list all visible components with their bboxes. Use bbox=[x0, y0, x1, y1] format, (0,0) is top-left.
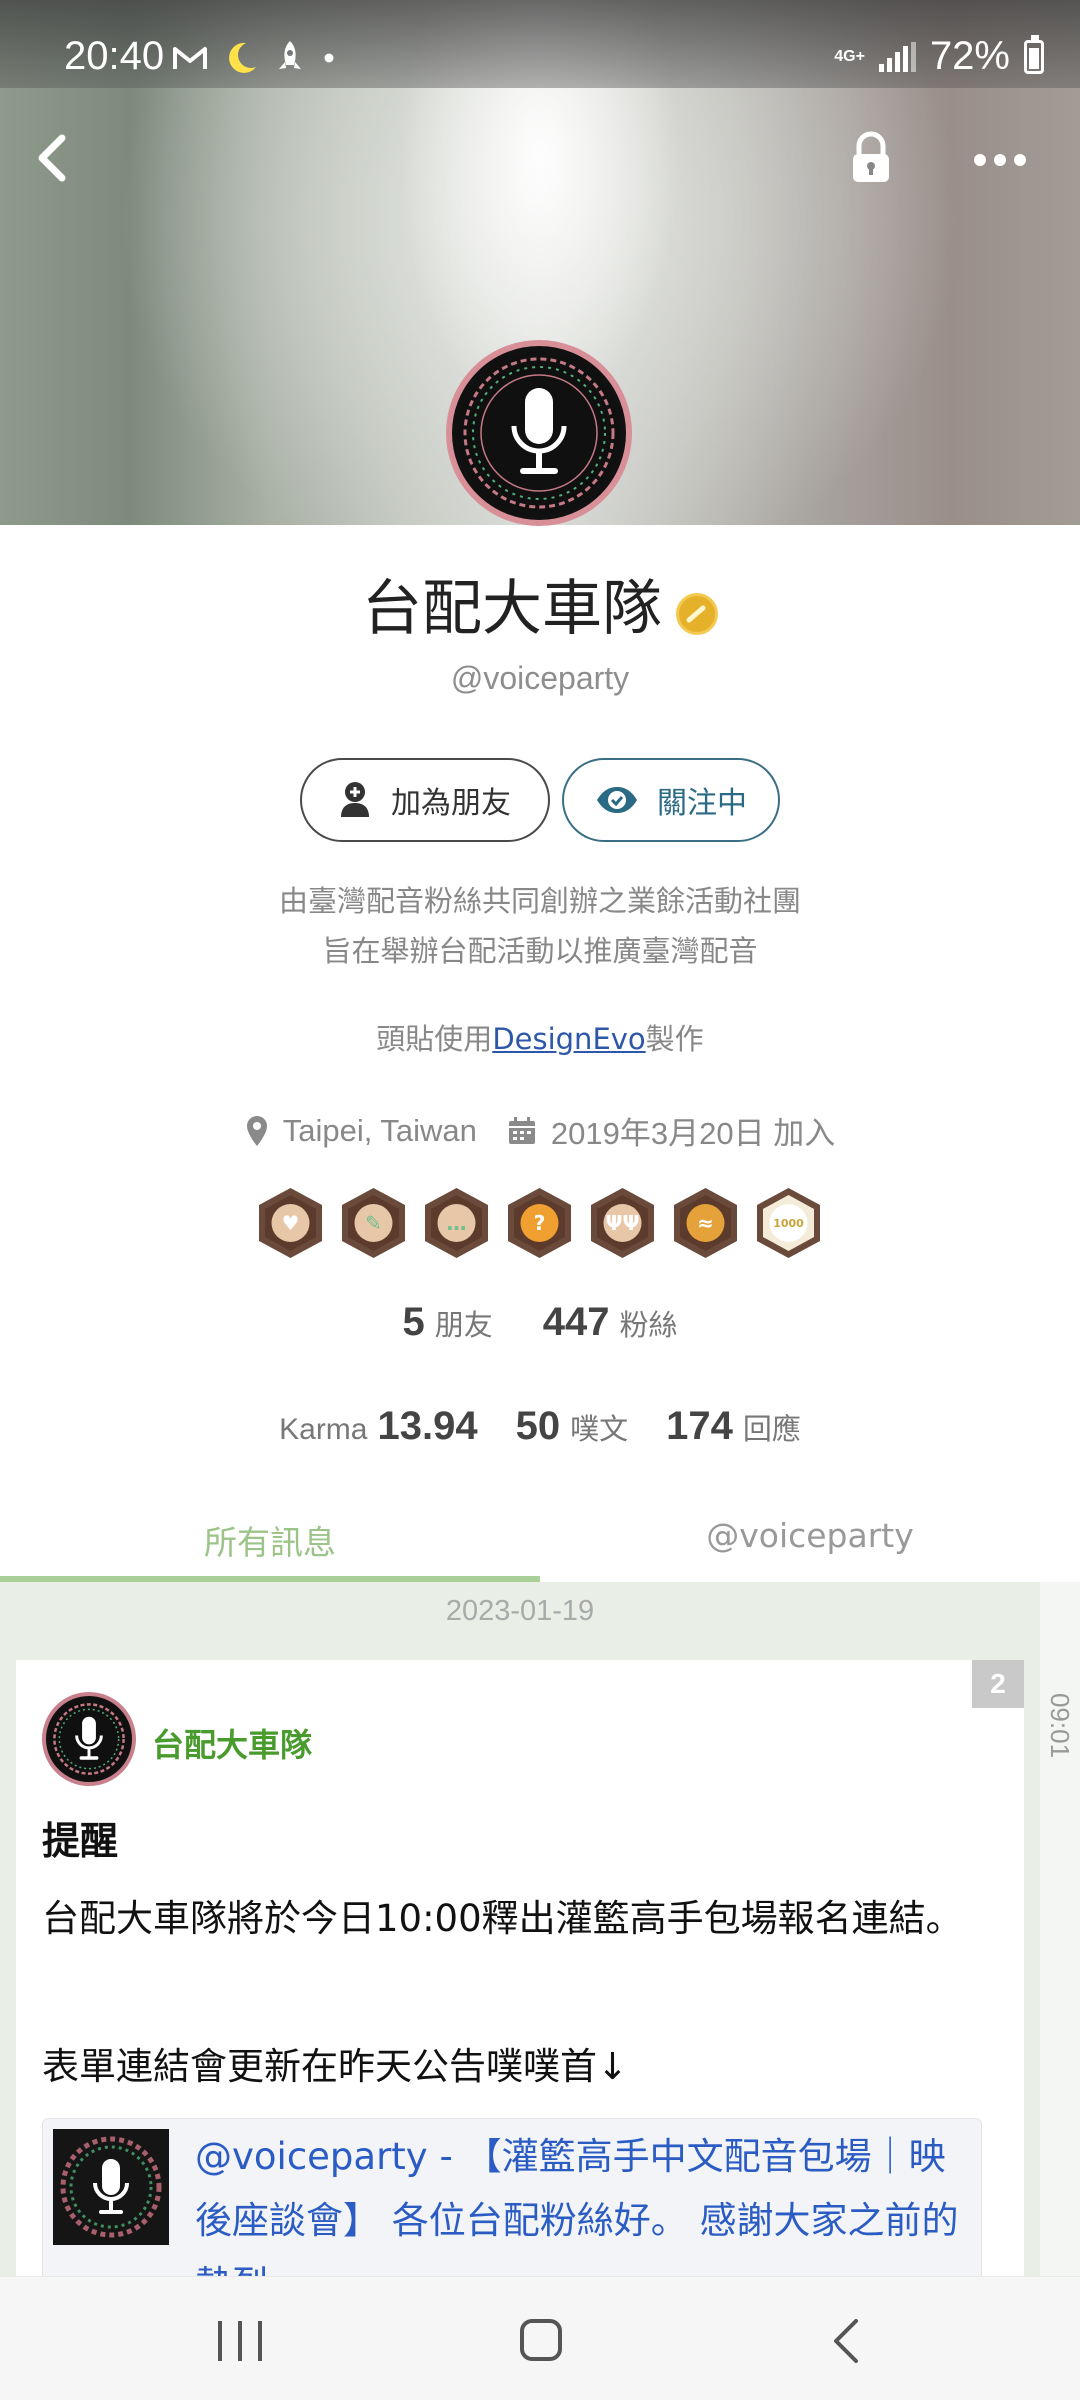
location: Taipei, Taiwan bbox=[245, 1113, 477, 1149]
eye-check-icon bbox=[597, 787, 637, 813]
microphone-icon bbox=[457, 351, 621, 515]
bio-credit-suffix: 製作 bbox=[645, 1022, 704, 1056]
status-bar: 20:40 4G+ 72% bbox=[0, 0, 1080, 88]
rail-time-text: 09:01 bbox=[1045, 1692, 1076, 1758]
people-badge-icon[interactable]: ΨΨ bbox=[588, 1186, 657, 1260]
add-user-icon bbox=[341, 782, 369, 817]
designevo-link[interactable]: DesignEvo bbox=[492, 1022, 645, 1056]
svg-text:✎: ✎ bbox=[365, 1211, 382, 1235]
responses-label: 回應 bbox=[742, 1412, 801, 1446]
rail-time: 09:01 bbox=[1040, 1680, 1080, 1770]
bio-line-2: 旨在舉辦台配活動以推廣臺灣配音 bbox=[322, 934, 758, 968]
svg-text:…: … bbox=[447, 1211, 467, 1235]
fans-stat[interactable]: 447 粉絲 bbox=[543, 1300, 678, 1345]
add-friend-label: 加為朋友 bbox=[391, 786, 511, 821]
status-time: 20:40 bbox=[64, 34, 165, 78]
chat-badge-icon[interactable]: … bbox=[422, 1186, 491, 1260]
status-left-icons bbox=[172, 38, 336, 78]
chevron-left-icon bbox=[38, 134, 66, 182]
post-body-line-2: 表單連結會更新在昨天公告噗噗首↓ bbox=[42, 2045, 629, 2088]
back-button[interactable] bbox=[28, 128, 78, 188]
timeline-tabs: 所有訊息 @voiceparty bbox=[0, 1510, 1080, 1582]
tab-all-messages[interactable]: 所有訊息 bbox=[0, 1510, 540, 1582]
calendar-icon bbox=[508, 1116, 535, 1144]
more-options-button[interactable] bbox=[974, 140, 1030, 180]
microphone-icon bbox=[48, 1698, 130, 1780]
svg-text:ΨΨ: ΨΨ bbox=[606, 1211, 640, 1235]
profile-name-row: 台配大車隊 bbox=[0, 560, 1080, 647]
link-thumbnail bbox=[53, 2129, 169, 2245]
svg-text:♥: ♥ bbox=[282, 1211, 300, 1235]
fans-label: 粉絲 bbox=[619, 1308, 678, 1342]
profile-handle: @voiceparty bbox=[450, 660, 630, 696]
friends-count: 5 bbox=[402, 1300, 425, 1344]
bio-credit: 頭貼使用DesignEvo製作 bbox=[0, 1016, 1080, 1058]
rocket-icon bbox=[279, 41, 301, 69]
profile-meta: Taipei, Taiwan 2019年3月20日 加入 bbox=[0, 1108, 1080, 1153]
battery-percent: 72% bbox=[929, 34, 1010, 78]
gmail-icon bbox=[173, 47, 207, 69]
1000-badge-icon[interactable]: 1000 bbox=[754, 1186, 823, 1260]
plurks-count: 50 bbox=[515, 1404, 561, 1448]
back-icon bbox=[834, 2319, 858, 2363]
battery-icon bbox=[1024, 34, 1044, 74]
svg-text:≈: ≈ bbox=[697, 1211, 714, 1235]
location-pin-icon bbox=[246, 1115, 267, 1146]
nav-back-button[interactable] bbox=[826, 2317, 866, 2365]
karma-label: Karma bbox=[279, 1413, 368, 1446]
bio-line-1: 由臺灣配音粉絲共同創辦之業餘活動社團 bbox=[278, 884, 801, 918]
join-date: 2019年3月20日 加入 bbox=[507, 1108, 835, 1153]
svg-text:1000: 1000 bbox=[773, 1217, 804, 1230]
profile-avatar[interactable] bbox=[446, 340, 632, 526]
microphone-icon bbox=[53, 2129, 169, 2245]
screen: 20:40 4G+ 72% 台配大車隊 @voiceparty 加為朋友 關注中… bbox=[0, 0, 1080, 2400]
recents-icon bbox=[218, 2321, 222, 2361]
recents-button[interactable] bbox=[218, 2321, 262, 2361]
friends-label: 朋友 bbox=[434, 1308, 493, 1342]
post-author[interactable]: 台配大車隊 bbox=[152, 1720, 312, 1766]
svg-text:?: ? bbox=[534, 1211, 546, 1235]
bone-badge-icon[interactable]: ≈ bbox=[671, 1186, 740, 1260]
following-button[interactable]: 關注中 bbox=[562, 758, 780, 842]
signal-icon bbox=[878, 41, 916, 72]
achievement-badges: ♥ ✎ …? ΨΨ ≈1000 bbox=[256, 1186, 823, 1260]
plurks-stat: 50 噗文 bbox=[516, 1404, 629, 1449]
karma-stat: Karma 13.94 bbox=[279, 1404, 477, 1449]
lock-icon bbox=[853, 131, 889, 182]
profile-name: 台配大車隊 bbox=[362, 574, 662, 644]
moon-icon bbox=[229, 42, 256, 73]
post-title: 提醒 bbox=[42, 1819, 119, 1863]
friends-stat[interactable]: 5 朋友 bbox=[402, 1300, 492, 1345]
karma-value: 13.94 bbox=[377, 1404, 478, 1448]
bio-credit-prefix: 頭貼使用 bbox=[376, 1022, 493, 1056]
add-friend-button[interactable]: 加為朋友 bbox=[300, 758, 550, 842]
post-body: 台配大車隊將於今日10:00釋出灌籃高手包場報名連結。 bbox=[42, 1897, 963, 1940]
plurks-label: 噗文 bbox=[570, 1412, 629, 1446]
system-navbar bbox=[0, 2276, 1080, 2400]
profile-bio: 由臺灣配音粉絲共同創辦之業餘活動社團 旨在舉辦台配活動以推廣臺灣配音 bbox=[0, 876, 1080, 976]
status-right: 4G+ 72% bbox=[834, 34, 1044, 79]
karma-badge-icon bbox=[676, 592, 718, 635]
tab-mentions[interactable]: @voiceparty bbox=[540, 1510, 1080, 1582]
response-count-badge[interactable]: 2 bbox=[972, 1660, 1024, 1708]
responses-count: 174 bbox=[666, 1404, 733, 1448]
heart-badge-icon[interactable]: ♥ bbox=[256, 1186, 325, 1260]
more-dots-icon bbox=[974, 154, 986, 166]
join-date-text: 2019年3月20日 加入 bbox=[550, 1116, 836, 1151]
profile-action-buttons: 加為朋友 關注中 bbox=[300, 758, 780, 842]
post-avatar[interactable] bbox=[42, 1692, 136, 1786]
activity-stats: Karma 13.94 50 噗文 174 回應 bbox=[0, 1404, 1080, 1449]
lock-button[interactable] bbox=[846, 128, 896, 188]
following-label: 關注中 bbox=[657, 786, 747, 821]
location-text: Taipei, Taiwan bbox=[282, 1112, 477, 1148]
home-button[interactable] bbox=[520, 2319, 562, 2361]
date-divider: 2023-01-19 bbox=[445, 1595, 595, 1627]
social-stats: 5 朋友 447 粉絲 bbox=[0, 1300, 1080, 1345]
pencil-badge-icon[interactable]: ✎ bbox=[339, 1186, 408, 1260]
dot-icon bbox=[324, 53, 334, 63]
network-type: 4G+ bbox=[834, 47, 865, 65]
responses-stat: 174 回應 bbox=[666, 1404, 801, 1449]
fans-count: 447 bbox=[542, 1300, 610, 1344]
question-badge-icon[interactable]: ? bbox=[505, 1186, 574, 1260]
